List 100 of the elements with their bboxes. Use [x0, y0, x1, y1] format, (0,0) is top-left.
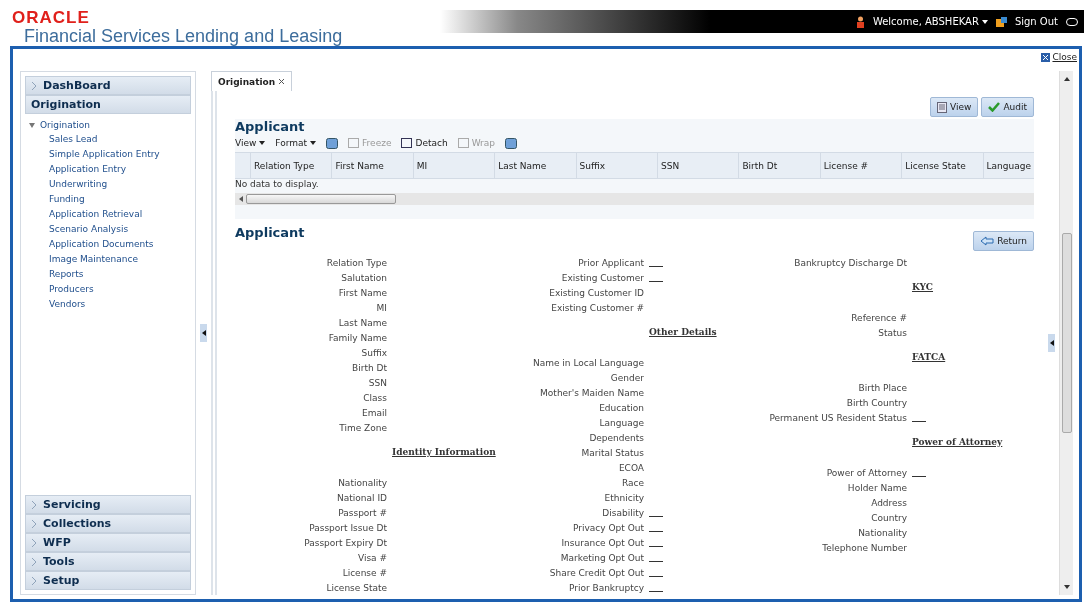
close-icon[interactable] — [278, 78, 286, 85]
group-heading: Identity Information — [392, 447, 496, 459]
chevron-right-icon — [31, 80, 38, 91]
chevron-right-icon — [31, 556, 38, 567]
tree-item[interactable]: Funding — [49, 192, 85, 207]
field-label: Status — [877, 327, 908, 338]
column-header[interactable]: Birth Dt — [738, 153, 820, 178]
accordion-header[interactable]: DashBoard — [25, 76, 191, 95]
collapse-handle[interactable] — [1048, 334, 1055, 352]
field-label: Suffix — [360, 347, 388, 358]
field-label: Visa # — [356, 552, 388, 563]
tree-item[interactable]: Underwriting — [49, 177, 108, 192]
user-icon — [855, 15, 865, 28]
field-label: Existing Customer ID — [548, 287, 645, 298]
field-label: Disability — [601, 507, 645, 518]
field-label: Passport Issue Dt — [308, 522, 388, 533]
column-header[interactable]: SSN — [657, 153, 739, 178]
field-label: Family Name — [327, 332, 388, 343]
audit-button[interactable]: Audit — [981, 97, 1034, 117]
accordion-header[interactable]: WFP — [25, 533, 191, 552]
field-label: First Name — [337, 287, 388, 298]
field-label: Bankruptcy Discharge Dt — [793, 257, 908, 268]
group-heading: FATCA — [912, 352, 946, 364]
field-label: Passport Expiry Dt — [303, 537, 388, 548]
field-label: License State — [325, 582, 388, 593]
column-header[interactable]: Language — [982, 153, 1034, 178]
field-label: Education — [598, 402, 645, 413]
field-label: Address — [870, 497, 908, 508]
accordion-header[interactable]: Collections — [25, 514, 191, 533]
accordion-header[interactable]: Tools — [25, 552, 191, 571]
toolbar-icon[interactable] — [326, 137, 339, 149]
caret-down-icon[interactable] — [1063, 585, 1070, 589]
tree-item[interactable]: Vendors — [49, 297, 86, 312]
field-label: Class — [362, 392, 388, 403]
column-header[interactable]: MI — [412, 153, 495, 178]
field-label: MI — [375, 302, 388, 313]
caret-down-icon — [310, 141, 317, 145]
column-header[interactable]: License # — [819, 153, 902, 178]
field-label: Permanent US Resident Status — [768, 412, 908, 423]
toolbar-button[interactable]: Detach — [401, 138, 448, 148]
menu-button[interactable]: View — [235, 138, 266, 148]
field-label: Gender — [609, 372, 645, 383]
horizontal-scrollbar[interactable] — [235, 193, 1034, 205]
tree-item[interactable]: Image Maintenance — [49, 252, 138, 267]
tree-item[interactable]: Producers — [49, 282, 94, 297]
field-label: Privacy Opt Out — [572, 522, 645, 533]
field-label: Nationality — [857, 527, 908, 538]
tab[interactable]: Origination — [211, 71, 293, 91]
close-link[interactable]: Close — [1041, 52, 1077, 62]
field-label: Relation Type — [325, 257, 388, 268]
document-icon — [937, 101, 948, 113]
field-label: Salutation — [340, 272, 388, 283]
tree-item[interactable]: Application Retrieval — [49, 207, 143, 222]
field-label: ECOA — [617, 462, 645, 473]
field-label: SSN — [367, 377, 388, 388]
menu-button[interactable]: Format — [275, 138, 317, 148]
tree-node[interactable]: Origination — [40, 120, 90, 130]
column-header[interactable]: Relation Type — [250, 153, 332, 178]
field-label: Language — [598, 417, 645, 428]
field-label: Insurance Opt Out — [560, 537, 645, 548]
collapse-handle[interactable] — [200, 324, 207, 342]
tree-item[interactable]: Application Entry — [49, 162, 127, 177]
field-label: Existing Customer — [560, 272, 645, 283]
vertical-scrollbar[interactable] — [1059, 71, 1073, 595]
group-heading: Power of Attorney — [912, 437, 1003, 449]
tree-item[interactable]: Sales Lead — [49, 132, 98, 147]
field-label: Birth Country — [845, 397, 908, 408]
field-label: Dependents — [588, 432, 645, 443]
accordion-header[interactable]: Servicing — [25, 495, 191, 514]
tree-item[interactable]: Application Documents — [49, 237, 154, 252]
field-label: Time Zone — [338, 422, 388, 433]
tree-item[interactable]: Simple Application Entry — [49, 147, 160, 162]
group-heading: Other Details — [649, 327, 717, 339]
accordion-header[interactable]: Setup — [25, 571, 191, 590]
welcome-menu[interactable]: Welcome, ABSHEKAR — [872, 16, 988, 27]
caret-down-icon — [981, 19, 988, 24]
caret-up-icon[interactable] — [1063, 77, 1070, 81]
toolbar-icon — [401, 138, 413, 148]
tree-item[interactable]: Scenario Analysis — [49, 222, 129, 237]
toolbar-icon — [348, 138, 360, 148]
tree-item[interactable]: Reports — [49, 267, 84, 282]
field-label: Name in Local Language — [531, 357, 645, 368]
accordion-header[interactable]: Origination — [25, 95, 191, 114]
field-label: Birth Place — [857, 382, 908, 393]
column-header[interactable]: First Name — [331, 153, 413, 178]
sign-out-link[interactable]: Sign Out — [1014, 16, 1058, 27]
column-header[interactable]: Last Name — [494, 153, 576, 178]
check-icon — [988, 102, 1001, 112]
column-header[interactable]: License State — [901, 153, 983, 178]
caret-left-icon[interactable] — [239, 196, 243, 202]
field-label: Prior Applicant — [577, 257, 645, 268]
view-button[interactable]: View — [930, 97, 979, 117]
caret-down-icon — [29, 120, 36, 130]
toolbar-icon — [457, 138, 469, 148]
chevron-right-icon — [31, 537, 38, 548]
column-header[interactable]: Suffix — [575, 153, 657, 178]
field-label: Mother's Maiden Name — [539, 387, 645, 398]
toolbar-icon[interactable] — [505, 137, 518, 149]
section-title: Applicant — [235, 119, 305, 134]
return-button[interactable]: Return — [973, 231, 1034, 251]
